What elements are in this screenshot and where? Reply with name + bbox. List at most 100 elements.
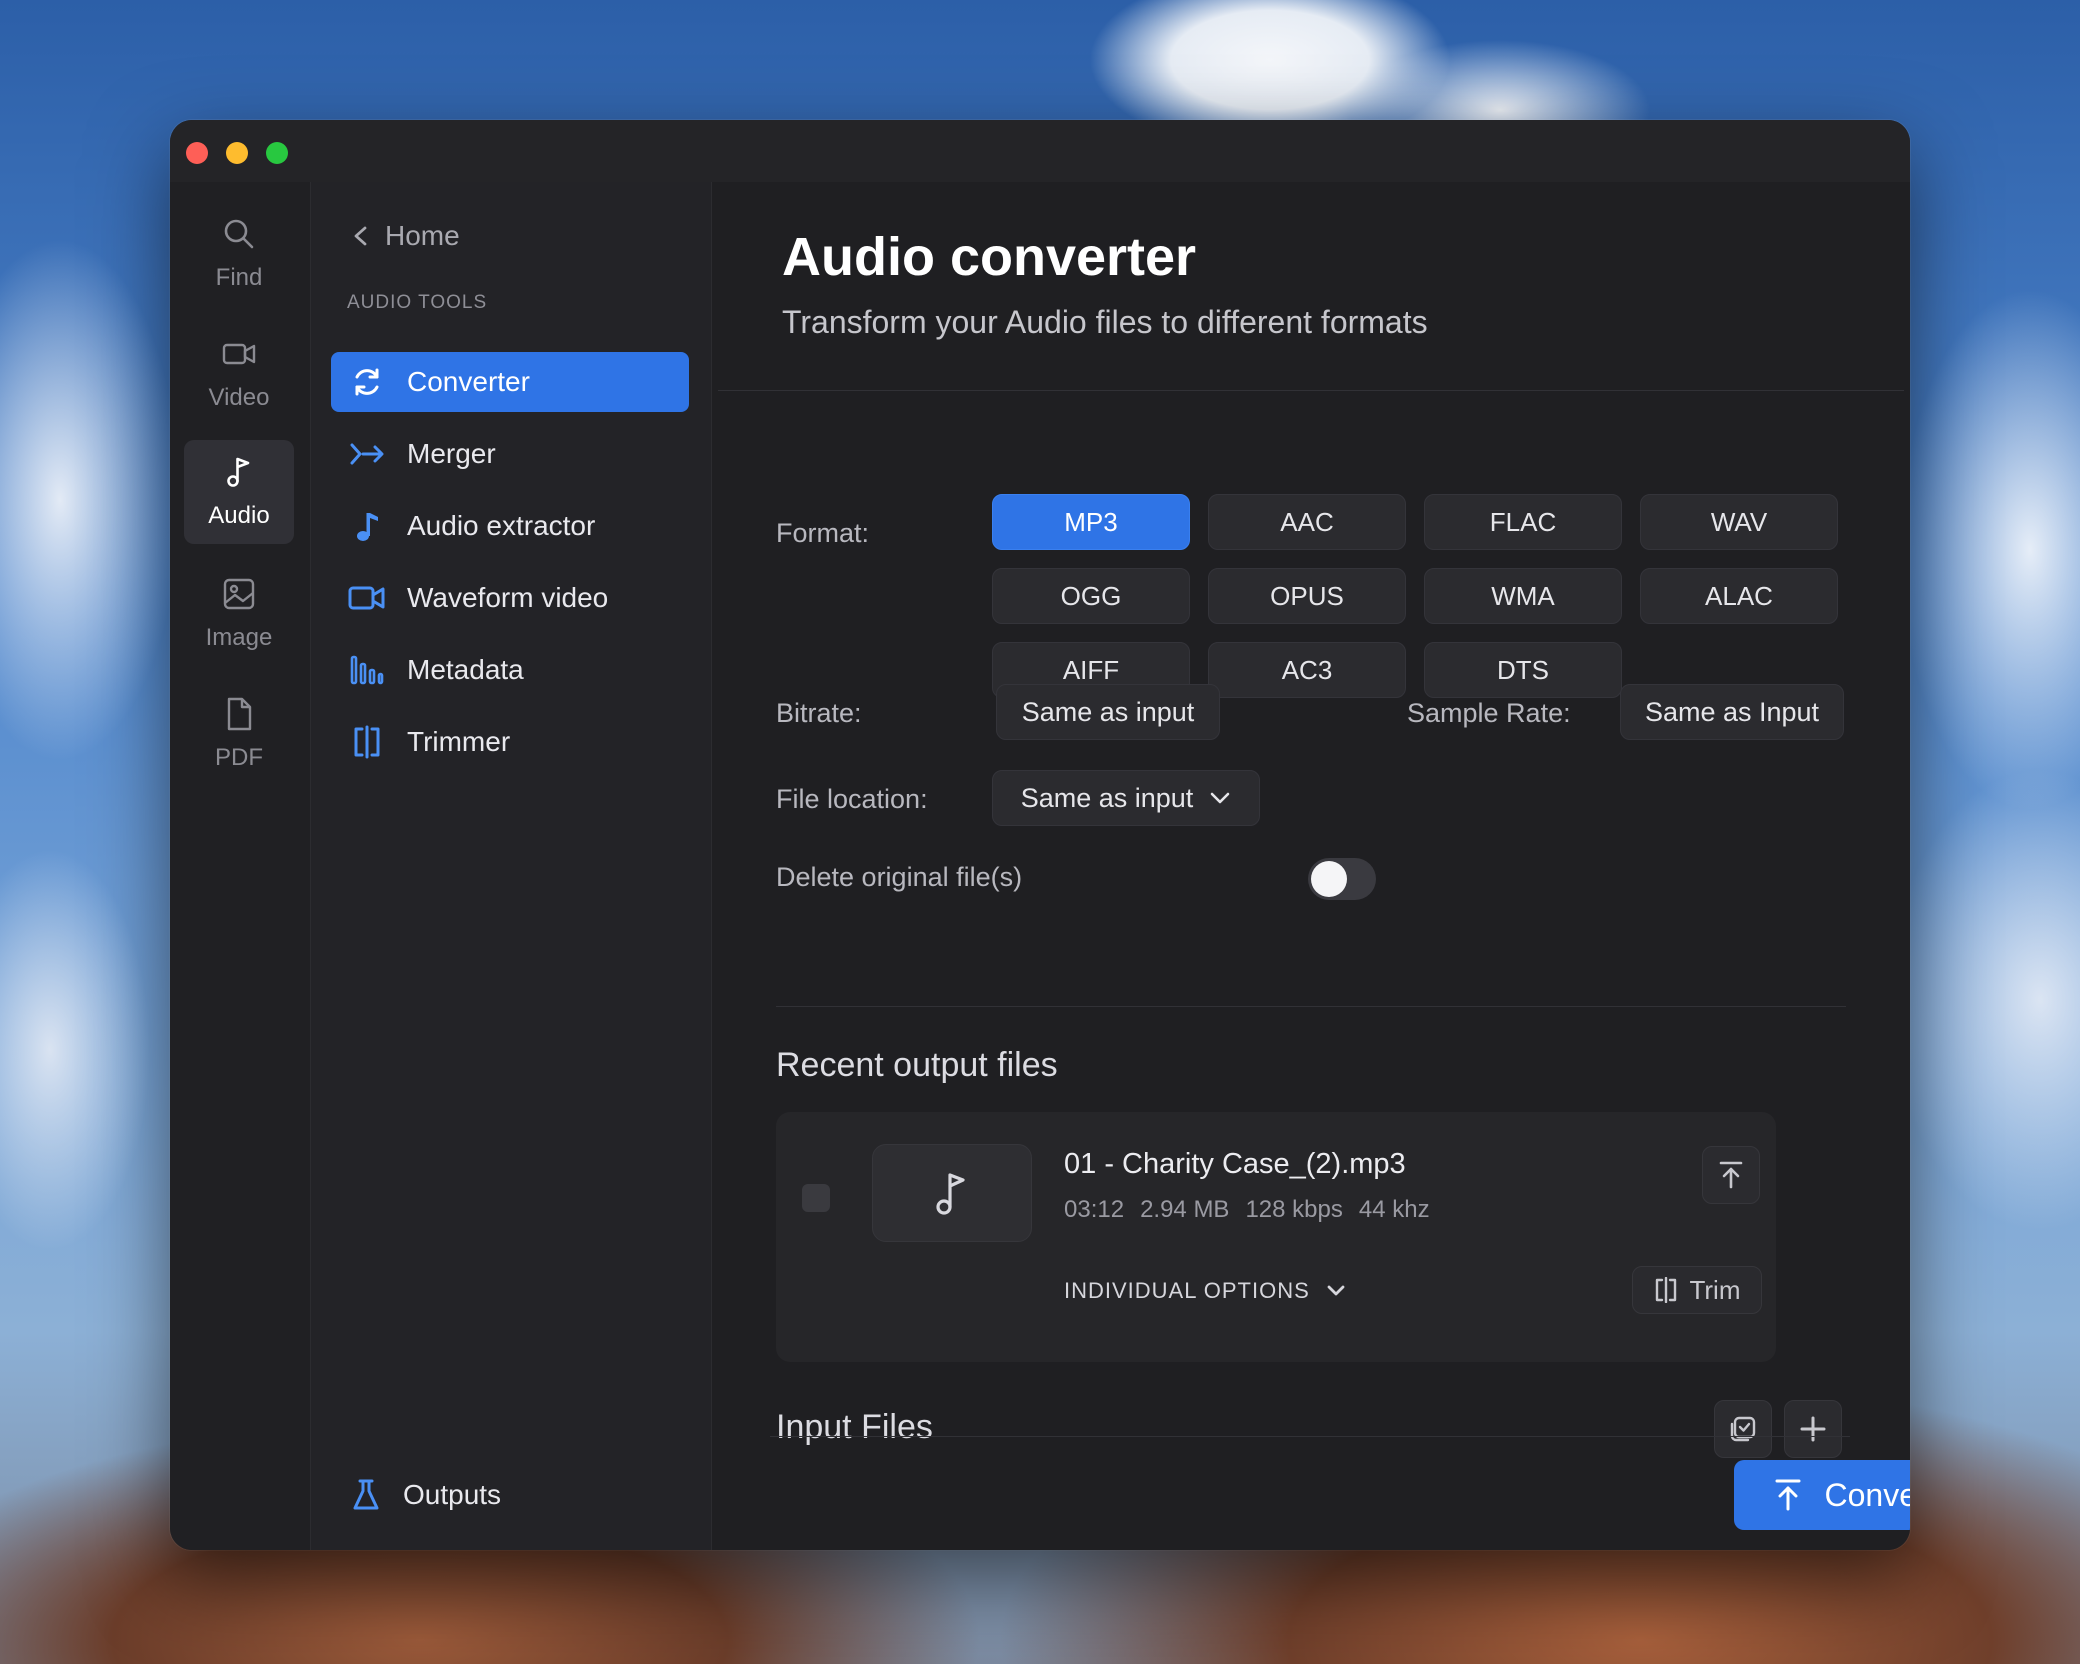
- format-button-mp3[interactable]: MP3: [992, 494, 1190, 550]
- format-button-wma[interactable]: WMA: [1424, 568, 1622, 624]
- rail-item-label: Video: [208, 384, 270, 411]
- format-button-flac[interactable]: FLAC: [1424, 494, 1622, 550]
- delete-original-label: Delete original file(s): [776, 862, 1023, 892]
- select-all-button[interactable]: [1714, 1400, 1772, 1458]
- sample-rate-select[interactable]: Same as Input: [1620, 684, 1844, 740]
- sidebar-item-label: Converter: [407, 366, 530, 397]
- sidebar-item-waveform-video[interactable]: Waveform video: [331, 568, 689, 628]
- file-name: 01 - Charity Case_(2).mp3: [1064, 1148, 1406, 1180]
- file-meta: 03:12 2.94 MB 128 kbps 44 khz: [1064, 1196, 1430, 1224]
- file-location-label: File location:: [776, 784, 928, 814]
- category-rail: Find Video Audio Image PDF: [170, 182, 311, 1550]
- file-location-dropdown[interactable]: Same as input: [992, 770, 1260, 826]
- rail-item-label: Audio: [208, 502, 270, 529]
- flask-icon: [353, 1479, 379, 1510]
- bitrate-select[interactable]: Same as input: [996, 684, 1220, 740]
- image-icon: [223, 578, 255, 610]
- file-thumbnail: [872, 1144, 1032, 1242]
- document-icon: [227, 697, 252, 731]
- sidebar-item-metadata[interactable]: Metadata: [331, 640, 689, 700]
- home-label: Home: [385, 220, 460, 251]
- minimize-window-button[interactable]: [226, 142, 248, 164]
- music-note-icon: [347, 506, 387, 546]
- video-camera-icon: [222, 343, 256, 365]
- rail-item-label: Find: [215, 264, 263, 291]
- upload-arrow-icon: [1775, 1479, 1801, 1511]
- zoom-window-button[interactable]: [266, 142, 288, 164]
- upload-arrow-icon: [1719, 1161, 1743, 1189]
- format-button-aac[interactable]: AAC: [1208, 494, 1406, 550]
- format-button-ac3[interactable]: AC3: [1208, 642, 1406, 698]
- plus-icon: [1800, 1416, 1826, 1442]
- sidebar-item-trimmer[interactable]: Trimmer: [331, 712, 689, 772]
- sidebar-item-label: Trimmer: [407, 726, 511, 757]
- close-window-button[interactable]: [186, 142, 208, 164]
- open-file-button[interactable]: [1702, 1146, 1760, 1204]
- rail-item-audio[interactable]: Audio: [184, 440, 294, 544]
- app-window: Find Video Audio Image PDF Home AUDIO TO…: [170, 120, 1910, 1550]
- sidebar-item-audio-extractor[interactable]: Audio extractor: [331, 496, 689, 556]
- file-duration: 03:12: [1064, 1196, 1125, 1223]
- bitrate-label: Bitrate:: [776, 698, 862, 728]
- merge-arrows-icon: [347, 434, 387, 474]
- format-label: Format:: [776, 518, 870, 548]
- header-divider: [718, 390, 1904, 391]
- trim-label: Trim: [1689, 1274, 1741, 1305]
- sample-rate-label: Sample Rate:: [1407, 698, 1571, 728]
- main-panel: Audio converter Transform your Audio fil…: [712, 182, 1910, 1550]
- sidebar-item-label: Waveform video: [407, 582, 609, 613]
- individual-options-toggle[interactable]: INDIVIDUAL OPTIONS: [1064, 1278, 1346, 1304]
- trim-brackets-icon: [347, 722, 387, 762]
- rail-item-find[interactable]: Find: [184, 202, 294, 302]
- file-size: 2.94 MB: [1140, 1196, 1230, 1223]
- home-back-link[interactable]: Home: [351, 216, 460, 256]
- recent-file-card: 01 - Charity Case_(2).mp3 03:12 2.94 MB …: [776, 1112, 1776, 1362]
- format-button-ogg[interactable]: OGG: [992, 568, 1190, 624]
- outputs-link[interactable]: Outputs: [351, 1470, 501, 1520]
- sidebar-item-merger[interactable]: Merger: [331, 424, 689, 484]
- video-camera-icon: [347, 578, 387, 618]
- trim-button[interactable]: Trim: [1632, 1266, 1762, 1314]
- convert-all-button[interactable]: Convert all: [1734, 1460, 1910, 1530]
- sidebar-item-label: Metadata: [407, 654, 524, 685]
- footer-divider: [770, 1436, 1850, 1437]
- music-note-icon: [227, 457, 250, 487]
- sidebar-item-converter[interactable]: Converter: [331, 352, 689, 412]
- individual-options-label: INDIVIDUAL OPTIONS: [1064, 1278, 1310, 1303]
- page-title: Audio converter: [782, 227, 1197, 287]
- chevron-left-icon: [354, 226, 367, 246]
- recent-output-title: Recent output files: [776, 1046, 1058, 1084]
- settings-divider: [776, 1006, 1846, 1007]
- rail-item-image[interactable]: Image: [184, 562, 294, 662]
- file-select-checkbox[interactable]: [802, 1184, 830, 1212]
- refresh-cycle-icon: [347, 362, 387, 402]
- format-button-alac[interactable]: ALAC: [1640, 568, 1838, 624]
- delete-original-toggle[interactable]: [1308, 858, 1376, 900]
- rail-item-pdf[interactable]: PDF: [184, 682, 294, 782]
- file-sample-rate: 44 khz: [1358, 1196, 1430, 1223]
- file-location-value: Same as input: [1020, 782, 1194, 813]
- section-label: AUDIO TOOLS: [347, 292, 488, 313]
- add-files-button[interactable]: [1784, 1400, 1842, 1458]
- title-bar: [170, 120, 1910, 183]
- rail-item-label: Image: [205, 624, 273, 651]
- format-button-dts[interactable]: DTS: [1424, 642, 1622, 698]
- toggle-knob: [1311, 861, 1347, 897]
- format-button-opus[interactable]: OPUS: [1208, 568, 1406, 624]
- rail-item-label: PDF: [215, 744, 263, 771]
- rail-item-video[interactable]: Video: [184, 322, 294, 422]
- search-icon: [224, 219, 254, 249]
- sidebar-item-label: Merger: [407, 438, 496, 469]
- format-button-wav[interactable]: WAV: [1640, 494, 1838, 550]
- bars-icon: [347, 650, 387, 690]
- file-bitrate: 128 kbps: [1245, 1196, 1343, 1223]
- chevron-down-icon: [1210, 792, 1230, 804]
- tools-sidebar: Home AUDIO TOOLS Converter Merger Audio …: [311, 182, 712, 1550]
- trim-brackets-icon: [1656, 1277, 1677, 1303]
- music-note-icon: [936, 1173, 965, 1215]
- sidebar-item-label: Audio extractor: [407, 510, 596, 541]
- convert-all-label: Convert all: [1824, 1476, 1910, 1513]
- checkbox-stack-icon: [1730, 1416, 1756, 1442]
- outputs-label: Outputs: [403, 1479, 502, 1510]
- input-files-title: Input Files: [776, 1408, 933, 1446]
